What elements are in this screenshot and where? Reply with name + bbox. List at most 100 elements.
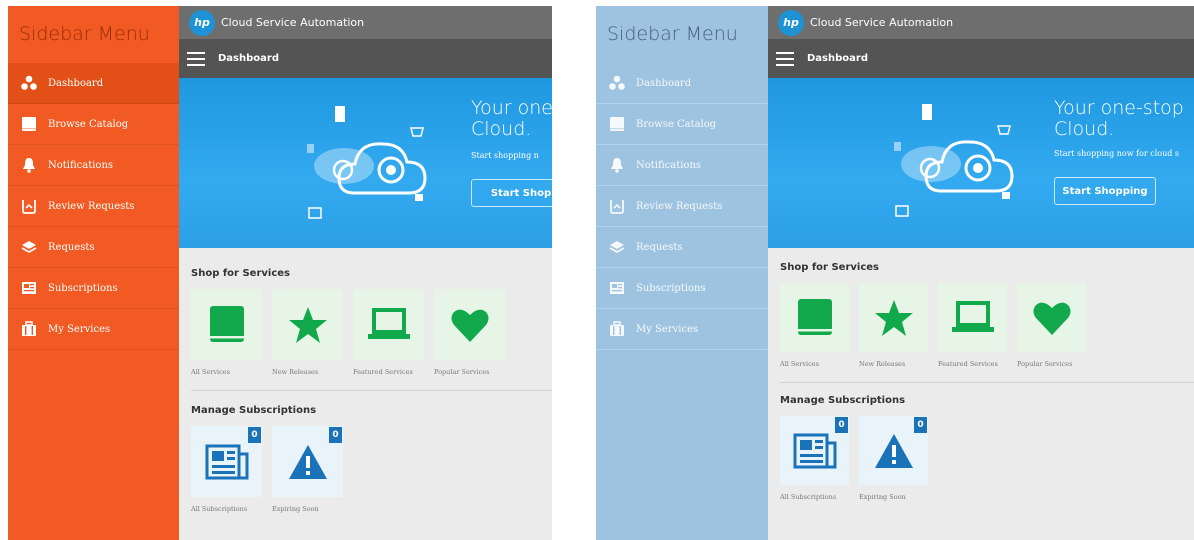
- hamburger-menu-icon[interactable]: [187, 51, 205, 66]
- sidebar-item-browse-catalog[interactable]: Browse Catalog: [596, 104, 768, 145]
- book-icon: [608, 115, 626, 133]
- tile-label: Expiring Soon: [859, 493, 906, 501]
- book-icon: [209, 305, 244, 342]
- sidebar-item-label: My Services: [48, 323, 111, 335]
- hamburger-menu-icon[interactable]: [776, 51, 794, 66]
- sidebar-item-requests[interactable]: Requests: [596, 227, 768, 268]
- page-header: Dashboard: [179, 39, 552, 78]
- tile-all-subscriptions[interactable]: 0 All Subscriptions: [780, 416, 849, 501]
- tile-expiring-soon[interactable]: 0 Expiring Soon: [859, 416, 928, 501]
- sidebar-item-review-requests[interactable]: Review Requests: [596, 186, 768, 227]
- bell-icon: [20, 156, 38, 174]
- sidebar-item-review-requests[interactable]: Review Requests: [8, 186, 179, 227]
- sidebar-item-subscriptions[interactable]: Subscriptions: [596, 268, 768, 309]
- manage-section-title: Manage Subscriptions: [780, 395, 906, 406]
- sidebar-item-subscriptions[interactable]: Subscriptions: [8, 268, 179, 309]
- sidebar-item-label: Dashboard: [48, 77, 104, 89]
- sidebar-item-label: Review Requests: [636, 200, 723, 212]
- sidebar-item-label: Review Requests: [48, 200, 135, 212]
- manage-tiles: 0 All Subscriptions 0 Expiring Soon: [179, 426, 552, 513]
- newspaper-icon: [793, 433, 836, 468]
- hero-title: Your one-stop Cloud.: [1054, 97, 1184, 140]
- manage-tiles: 0 All Subscriptions 0 Expiring Soon: [768, 416, 1194, 501]
- main-content: hp Cloud Service Automation Dashboard Yo…: [179, 6, 552, 540]
- tile-all-services[interactable]: All Services: [191, 289, 262, 376]
- sidebar: Sidebar Menu Dashboard Browse Catalog No…: [8, 6, 179, 540]
- tile-label: Featured Services: [938, 360, 998, 368]
- top-bar: hp Cloud Service Automation: [179, 6, 552, 39]
- sidebar-title: Sidebar Menu: [19, 23, 150, 45]
- briefcase-icon: [608, 320, 626, 338]
- hero-subtitle: Start shopping now for cloud s: [1054, 149, 1180, 158]
- left-screen: Sidebar Menu Dashboard Browse Catalog No…: [8, 6, 552, 540]
- briefcase-icon: [20, 320, 38, 338]
- tile-all-services[interactable]: All Services: [780, 283, 849, 368]
- sidebar-item-label: Requests: [636, 241, 683, 253]
- tile-new-releases[interactable]: New Releases: [272, 289, 343, 376]
- start-shopping-button[interactable]: Start Shop: [471, 179, 552, 207]
- cloud-illustration: [894, 104, 1014, 217]
- newspaper-icon: [205, 444, 248, 479]
- hero-banner: Your one Cloud. Start shopping n Start Sh…: [179, 78, 552, 248]
- book-icon: [20, 115, 38, 133]
- sidebar-item-label: My Services: [636, 323, 699, 335]
- shop-section-title: Shop for Services: [191, 268, 290, 279]
- main-content: hp Cloud Service Automation Dashboard Yo…: [768, 6, 1194, 540]
- tile-label: Popular Services: [434, 368, 490, 376]
- shop-tiles: All Services New Releases Featured Servi…: [179, 289, 552, 376]
- tile-label: Popular Services: [1017, 360, 1073, 368]
- sidebar-title: Sidebar Menu: [607, 23, 738, 45]
- tile-label: All Services: [780, 360, 819, 368]
- start-shopping-button[interactable]: Start Shopping: [1054, 177, 1156, 205]
- sidebar-item-label: Dashboard: [636, 77, 692, 89]
- sidebar-item-dashboard[interactable]: Dashboard: [596, 63, 768, 104]
- tile-popular-services[interactable]: Popular Services: [1017, 283, 1086, 368]
- sidebar-item-dashboard[interactable]: Dashboard: [8, 63, 179, 104]
- sidebar-item-label: Notifications: [636, 159, 702, 171]
- tile-popular-services[interactable]: Popular Services: [434, 289, 505, 376]
- warning-icon: [874, 433, 913, 468]
- heart-icon: [1033, 302, 1070, 335]
- sidebar-item-label: Subscriptions: [48, 282, 118, 294]
- sidebar-item-my-services[interactable]: My Services: [8, 309, 179, 350]
- layers-icon: [20, 238, 38, 256]
- hp-logo: hp: [189, 9, 215, 36]
- shop-section-title: Shop for Services: [780, 262, 879, 273]
- tile-new-releases[interactable]: New Releases: [859, 283, 928, 368]
- sidebar-item-requests[interactable]: Requests: [8, 227, 179, 268]
- hero-banner: Your one-stop Cloud. Start shopping now f…: [768, 78, 1194, 248]
- manage-section-title: Manage Subscriptions: [191, 405, 317, 416]
- tile-all-subscriptions[interactable]: 0 All Subscriptions: [191, 426, 262, 513]
- hero-subtitle: Start shopping n: [471, 151, 539, 160]
- sidebar-item-label: Browse Catalog: [48, 118, 129, 130]
- dots-icon: [608, 74, 626, 92]
- page-title: Dashboard: [807, 53, 868, 64]
- tile-label: All Subscriptions: [780, 493, 837, 501]
- app-title: Cloud Service Automation: [221, 16, 365, 29]
- sidebar-item-my-services[interactable]: My Services: [596, 309, 768, 350]
- tile-label: Featured Services: [353, 368, 413, 376]
- count-badge: 0: [914, 417, 927, 433]
- sidebar: Sidebar Menu Dashboard Browse Catalog No…: [596, 6, 768, 540]
- sidebar-item-notifications[interactable]: Notifications: [596, 145, 768, 186]
- sidebar-item-browse-catalog[interactable]: Browse Catalog: [8, 104, 179, 145]
- tile-label: New Releases: [272, 368, 319, 376]
- right-screen: Sidebar Menu Dashboard Browse Catalog No…: [596, 6, 1194, 540]
- sidebar-item-label: Browse Catalog: [636, 118, 717, 130]
- star-icon: [874, 299, 913, 336]
- tile-expiring-soon[interactable]: 0 Expiring Soon: [272, 426, 343, 513]
- top-bar: hp Cloud Service Automation: [768, 6, 1194, 39]
- tile-featured-services[interactable]: Featured Services: [353, 289, 424, 376]
- sidebar-item-label: Subscriptions: [636, 282, 706, 294]
- tile-label: New Releases: [859, 360, 906, 368]
- tile-featured-services[interactable]: Featured Services: [938, 283, 1007, 368]
- count-badge: 0: [835, 417, 848, 433]
- review-icon: [20, 197, 38, 215]
- page-header: Dashboard: [768, 39, 1194, 78]
- laptop-icon: [951, 300, 994, 332]
- app-title: Cloud Service Automation: [810, 16, 954, 29]
- sidebar-item-notifications[interactable]: Notifications: [8, 145, 179, 186]
- dots-icon: [20, 74, 38, 92]
- count-badge: 0: [248, 427, 261, 443]
- review-icon: [608, 197, 626, 215]
